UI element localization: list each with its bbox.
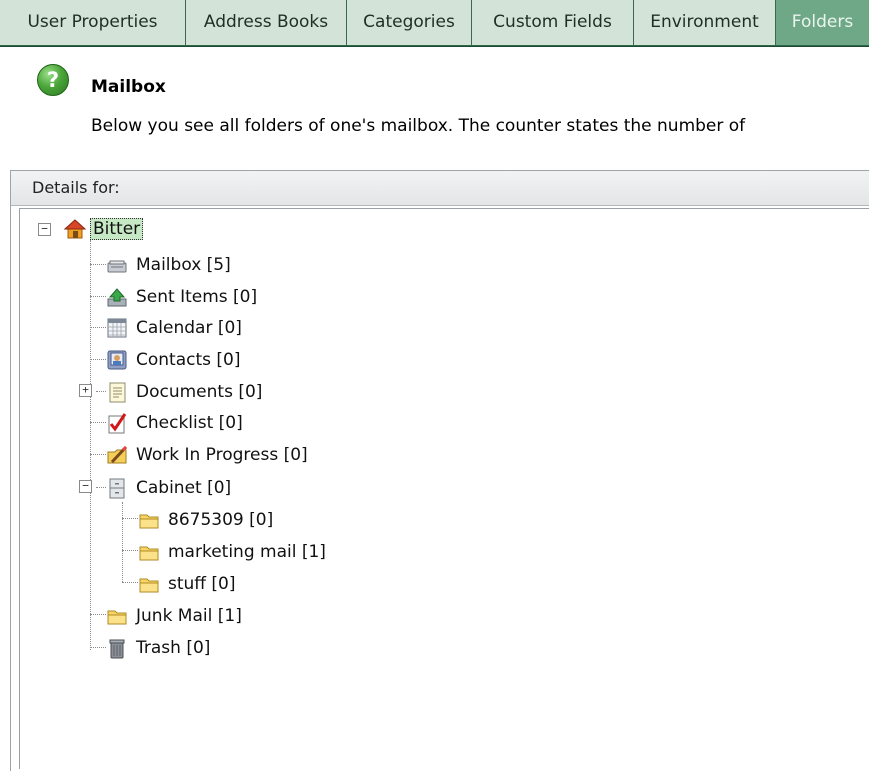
tree-node-label: Calendar [0] xyxy=(136,318,242,338)
tree-connector xyxy=(122,582,138,583)
help-question-icon: ? xyxy=(37,64,69,96)
sent-items-icon xyxy=(107,288,127,307)
tree-node-contacts[interactable]: Contacts [0] xyxy=(106,346,242,374)
tree-connector xyxy=(90,296,106,297)
tree-node-label: Junk Mail [1] xyxy=(136,606,242,626)
mailbox-icon xyxy=(107,260,127,273)
tree-node-label: Checklist [0] xyxy=(136,413,243,433)
tab-environment[interactable]: Environment xyxy=(634,0,776,45)
tree-node-cabinet[interactable]: Cabinet [0] xyxy=(106,474,233,502)
tree-node-stuff[interactable]: stuff [0] xyxy=(138,570,238,598)
tab-categories[interactable]: Categories xyxy=(347,0,472,45)
tree-connector xyxy=(122,518,138,519)
tree-connector xyxy=(96,391,106,392)
tree-connector xyxy=(90,327,106,328)
details-panel-header: Details for: xyxy=(11,171,869,206)
tab-folders[interactable]: Folders xyxy=(776,0,869,45)
tree-node-label: Documents [0] xyxy=(136,382,263,402)
tree-node-mailbox[interactable]: Mailbox [5] xyxy=(106,251,233,279)
tree-node-sent-items[interactable]: Sent Items [0] xyxy=(106,283,259,311)
collapse-bitter-button[interactable]: − xyxy=(38,223,51,236)
tree-node-label: 8675309 [0] xyxy=(168,510,274,530)
tree-connector xyxy=(90,422,106,423)
tree-node-marketing-mail[interactable]: marketing mail [1] xyxy=(138,538,328,566)
tree-connector xyxy=(90,240,91,650)
folder-icon xyxy=(139,514,159,529)
tab-bar: User Properties Address Books Categories… xyxy=(0,0,869,47)
tree-connector xyxy=(90,359,106,360)
tab-address-books[interactable]: Address Books xyxy=(186,0,347,45)
folder-icon xyxy=(107,610,127,625)
tree-connector xyxy=(90,614,106,615)
cabinet-icon xyxy=(109,478,125,499)
tree-node-8675309[interactable]: 8675309 [0] xyxy=(138,506,275,534)
tree-connector xyxy=(96,487,106,488)
tree-node-junk-mail[interactable]: Junk Mail [1] xyxy=(106,602,244,630)
tree-node-documents[interactable]: Documents [0] xyxy=(106,378,264,406)
info-description: Below you see all folders of one's mailb… xyxy=(91,116,746,136)
tree-node-bitter[interactable]: Bitter xyxy=(64,215,144,243)
tree-connector xyxy=(90,454,106,455)
tree-node-label: Contacts [0] xyxy=(136,350,241,370)
details-for-label: Details for: xyxy=(32,178,120,197)
folder-icon xyxy=(139,578,159,593)
checklist-icon xyxy=(108,413,127,434)
house-icon xyxy=(64,219,86,239)
work-in-progress-icon xyxy=(107,445,128,464)
tree-node-work-in-progress[interactable]: Work In Progress [0] xyxy=(106,441,310,469)
tree-node-label: Cabinet [0] xyxy=(136,478,232,498)
tree-connector xyxy=(122,550,138,551)
tree-node-label: Bitter xyxy=(90,218,144,240)
tree-connector xyxy=(90,647,106,648)
collapse-cabinet-button[interactable]: − xyxy=(79,480,92,493)
tree-node-calendar[interactable]: Calendar [0] xyxy=(106,314,244,342)
expand-documents-button[interactable]: + xyxy=(79,384,92,397)
folder-icon xyxy=(139,546,159,561)
tree-node-label: Mailbox [5] xyxy=(136,255,231,275)
tab-custom-fields[interactable]: Custom Fields xyxy=(472,0,634,45)
tree-node-label: marketing mail [1] xyxy=(168,542,326,562)
tree-node-label: Work In Progress [0] xyxy=(136,445,308,465)
tab-user-properties[interactable]: User Properties xyxy=(0,0,186,45)
tree-connector xyxy=(90,264,106,265)
tree-node-trash[interactable]: Trash [0] xyxy=(106,634,212,662)
tree-node-checklist[interactable]: Checklist [0] xyxy=(106,409,245,437)
tree-node-label: Sent Items [0] xyxy=(136,287,258,307)
tree-connector xyxy=(122,502,123,582)
contacts-icon xyxy=(107,350,127,370)
trash-icon xyxy=(109,639,125,659)
info-title: Mailbox xyxy=(91,77,166,97)
calendar-icon xyxy=(107,318,127,338)
tree-node-label: Trash [0] xyxy=(136,638,211,658)
documents-icon xyxy=(109,382,126,403)
tree-node-label: stuff [0] xyxy=(168,574,236,594)
